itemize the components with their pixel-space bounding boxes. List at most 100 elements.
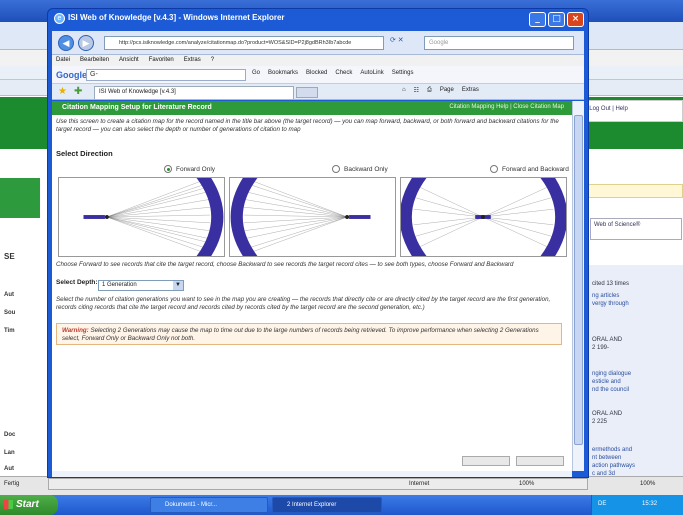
new-tab-button[interactable] <box>296 87 318 98</box>
background-zoom-level[interactable]: 100% <box>640 481 655 487</box>
menu-item[interactable]: Ansicht <box>119 57 139 66</box>
tab-isi-web-of-knowledge[interactable]: ISI Web of Knowledge [v.4.3] <box>94 86 294 99</box>
forward-and-backward-option[interactable]: Forward and Backward <box>490 165 569 173</box>
background-label: Aut <box>4 466 14 472</box>
background-label: Aut <box>4 292 14 298</box>
menu-item[interactable]: Datei <box>56 57 70 66</box>
back-button[interactable]: ◀ <box>58 35 74 51</box>
forward-diagram-graphic <box>83 178 224 256</box>
taskbar-internet-explorer[interactable]: 2 Internet Explorer <box>272 497 382 513</box>
google-toolbar-items: Go Bookmarks Blocked Check AutoLink Sett… <box>252 70 413 76</box>
menu-item[interactable]: Bearbeiten <box>80 57 109 66</box>
google-settings-button[interactable]: Settings <box>392 70 414 76</box>
google-search-input[interactable]: G- <box>86 69 246 81</box>
citation-map-header: Citation Mapping Setup for Literature Re… <box>52 101 572 115</box>
system-tray: DE 15:32 <box>591 495 683 515</box>
citation-map-help-links[interactable]: Citation Mapping Help | Close Citation M… <box>449 104 564 110</box>
forward-and-backward-label: Forward and Backward <box>502 165 569 173</box>
start-button[interactable]: Start <box>0 495 58 515</box>
bottom-buttons <box>462 456 564 466</box>
popup-menu-bar: Datei Bearbeiten Ansicht Favoriten Extra… <box>52 55 584 66</box>
extras-menu[interactable]: Extras <box>462 87 479 94</box>
depth-select[interactable]: 1 Generation ▼ <box>98 280 184 291</box>
background-web-of-science-button[interactable]: Web of Science® <box>590 218 682 240</box>
chevron-down-icon[interactable]: ▼ <box>173 281 183 290</box>
background-link[interactable]: esticle and <box>592 378 680 386</box>
background-cited-count: cited 13 times <box>592 281 630 287</box>
menu-item[interactable]: ? <box>211 57 214 66</box>
google-bookmarks-button[interactable]: Bookmarks <box>268 70 298 76</box>
forward-and-backward-radio[interactable] <box>490 165 498 173</box>
print-icon[interactable]: ⎙ <box>427 87 432 94</box>
close-window-button[interactable]: × <box>567 12 584 27</box>
google-toolbar: Google G- Go Bookmarks Blocked Check Aut… <box>52 66 584 84</box>
background-text: ORAL AND <box>592 411 623 417</box>
forward-and-backward-citation-diagram[interactable] <box>400 177 567 257</box>
favorites-star-icon[interactable]: ★ <box>58 86 67 97</box>
popup-nav-bar: ◀ ▶ http://pcs.isiknowledge.com/analyze/… <box>52 31 584 55</box>
refresh-stop-icons[interactable]: ⟳ ✕ <box>390 36 420 50</box>
background-account-links[interactable]: | Log Out | Help <box>580 100 683 122</box>
feeds-icon[interactable]: ☷ <box>414 87 419 94</box>
google-blocked-button[interactable]: Blocked <box>306 70 327 76</box>
add-favorites-icon[interactable]: ✚ <box>74 86 82 97</box>
background-link[interactable]: ng articles <box>592 292 680 300</box>
background-label: Doc <box>4 432 16 438</box>
background-notice-bar <box>588 184 683 198</box>
internet-explorer-icon: e <box>54 13 65 24</box>
both-diagram-graphic <box>401 178 566 256</box>
citation-map-popup-window: e ISI Web of Knowledge [v.4.3] - Windows… <box>47 8 589 478</box>
warning-label: Warning: <box>62 327 89 334</box>
background-left-green-tab <box>0 178 40 218</box>
warning-text: Selecting 2 Generations may cause the ma… <box>62 327 539 342</box>
start-label: Start <box>16 499 39 510</box>
forward-only-radio[interactable] <box>164 165 172 173</box>
menu-item[interactable]: Extras <box>184 57 201 66</box>
window-controls: _ □ × <box>529 12 584 27</box>
background-text: 2 225 <box>592 419 608 425</box>
forward-button[interactable]: ▶ <box>78 35 94 51</box>
search-input[interactable]: Google <box>424 36 574 50</box>
google-go-button[interactable]: Go <box>252 70 260 76</box>
tab-strip: ★ ✚ ISI Web of Knowledge [v.4.3] ⌂ ☷ ⎙ P… <box>52 84 584 100</box>
direction-help-text: Choose Forward to see records that cite … <box>56 261 514 268</box>
citation-map-setup-content: Citation Mapping Setup for Literature Re… <box>52 101 572 471</box>
background-link[interactable]: nging dialogue <box>592 370 680 378</box>
maximize-button[interactable]: □ <box>548 12 565 27</box>
windows-logo-icon <box>4 500 13 509</box>
minimize-button[interactable]: _ <box>529 12 546 27</box>
depth-help-text: Select the number of citation generation… <box>56 296 551 311</box>
backward-citation-diagram[interactable] <box>229 177 396 257</box>
background-label: SE <box>4 252 15 261</box>
background-link[interactable]: nt between <box>592 454 680 462</box>
backward-only-radio[interactable] <box>332 165 340 173</box>
background-link[interactable]: action pathways <box>592 462 680 470</box>
menu-item[interactable]: Favoriten <box>149 57 174 66</box>
address-bar[interactable]: http://pcs.isiknowledge.com/analyze/cita… <box>104 36 384 50</box>
zoom-level[interactable]: 100% <box>519 481 534 487</box>
language-indicator[interactable]: DE <box>598 501 606 507</box>
forward-only-option[interactable]: Forward Only <box>164 165 215 173</box>
page-title: Citation Mapping Setup for Literature Re… <box>62 104 212 111</box>
internet-zone-label: Internet <box>409 481 430 487</box>
forward-citation-diagram[interactable] <box>58 177 225 257</box>
background-link[interactable]: ermethods and <box>592 446 680 454</box>
popup-window-title: ISI Web of Knowledge [v.4.3] - Windows I… <box>68 13 285 22</box>
home-icon[interactable]: ⌂ <box>402 87 406 94</box>
background-link[interactable]: nd the council <box>592 386 680 394</box>
scrollbar-thumb[interactable] <box>574 115 583 445</box>
create-map-button[interactable] <box>462 456 510 466</box>
background-link[interactable]: vergy through <box>592 300 680 308</box>
background-text: ORAL AND <box>592 337 623 343</box>
generation-warning-box: Warning: Selecting 2 Generations may cau… <box>56 323 562 345</box>
google-check-button[interactable]: Check <box>335 70 352 76</box>
background-label: Sou <box>4 310 16 316</box>
background-label: Lan <box>4 450 15 456</box>
page-menu[interactable]: Page <box>440 87 454 94</box>
popup-status-bar: Internet 100% <box>48 478 588 490</box>
vertical-scrollbar[interactable] <box>572 101 584 471</box>
backward-only-option[interactable]: Backward Only <box>332 165 388 173</box>
google-autolink-button[interactable]: AutoLink <box>360 70 383 76</box>
taskbar-word-document[interactable]: Dokument1 - Micr... <box>150 497 268 513</box>
cancel-button[interactable] <box>516 456 564 466</box>
